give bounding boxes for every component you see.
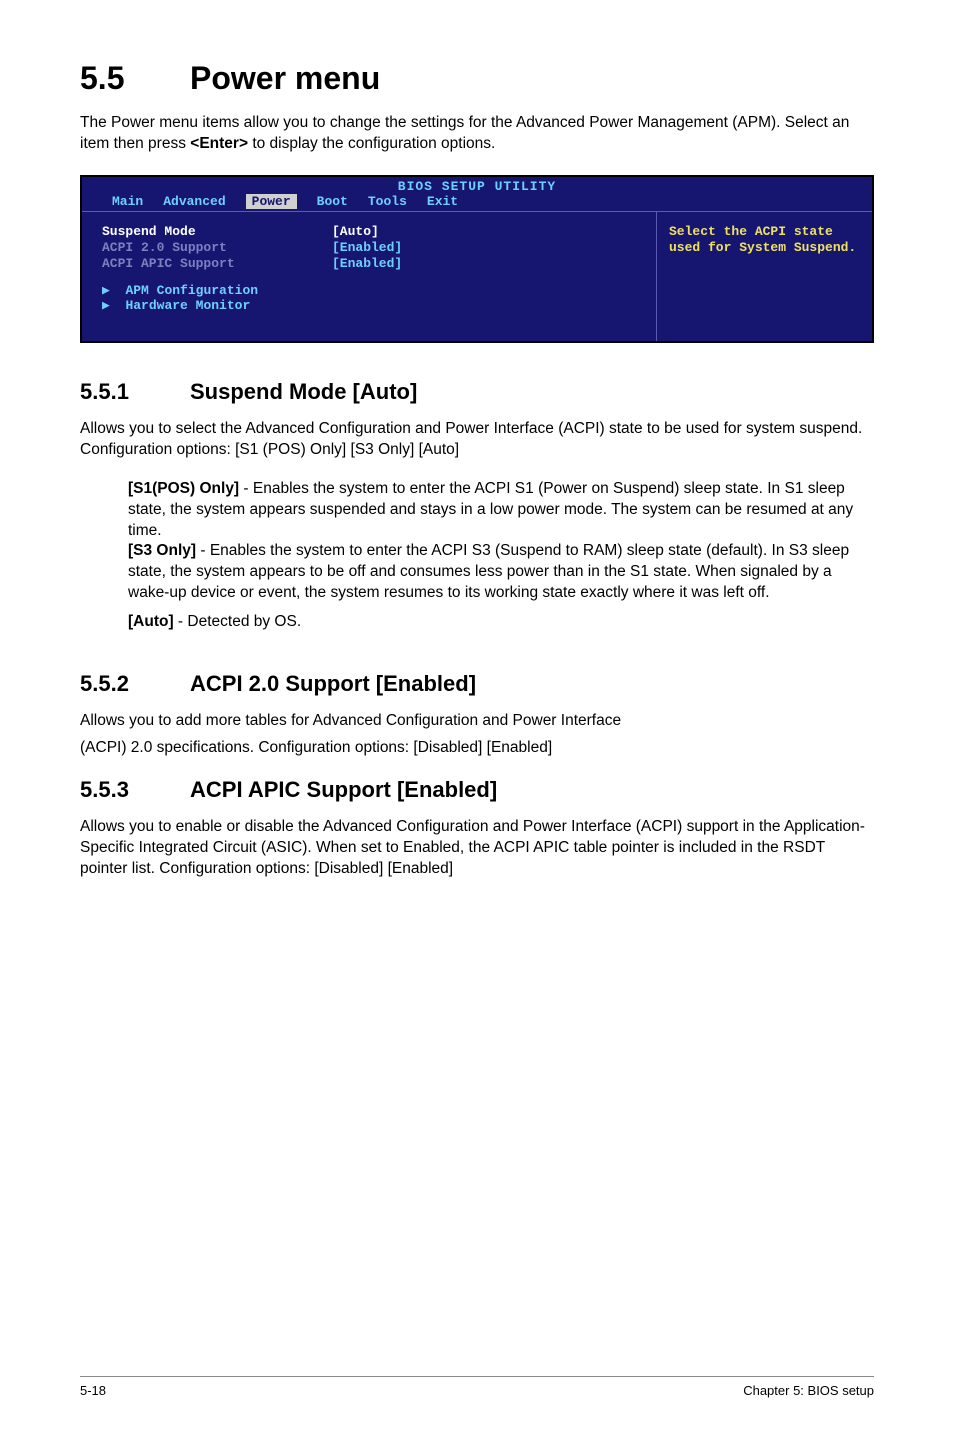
bios-row-acpi20: ACPI 2.0 Support [Enabled] — [102, 240, 646, 255]
bios-tab-exit: Exit — [427, 194, 458, 209]
bios-tab-tools: Tools — [368, 194, 407, 209]
section-552-heading: 5.5.2ACPI 2.0 Support [Enabled] — [80, 671, 874, 697]
option-s1pos: [S1(POS) Only] - Enables the system to e… — [128, 479, 874, 542]
bios-submenus: ▶ APM Configuration ▶ Hardware Monitor — [102, 283, 646, 313]
bios-suspend-value: [Auto] — [332, 224, 379, 239]
section-552-line2: (ACPI) 2.0 specifications. Configuration… — [80, 738, 874, 759]
bios-tab-boot: Boot — [317, 194, 348, 209]
bios-sub-hw-label: Hardware Monitor — [125, 298, 250, 313]
section-551-number: 5.5.1 — [80, 379, 190, 405]
option-auto: [Auto] - Detected by OS. — [128, 612, 874, 633]
bios-row-apic: ACPI APIC Support [Enabled] — [102, 256, 646, 271]
footer-chapter: Chapter 5: BIOS setup — [743, 1383, 874, 1398]
bios-row-suspend: Suspend Mode [Auto] — [102, 224, 646, 239]
section-553-heading: 5.5.3ACPI APIC Support [Enabled] — [80, 777, 874, 803]
section-551-heading: 5.5.1Suspend Mode [Auto] — [80, 379, 874, 405]
bios-title: BIOS SETUP UTILITY — [82, 177, 872, 194]
section-553-body: Allows you to enable or disable the Adva… — [80, 817, 874, 880]
bios-suspend-label: Suspend Mode — [102, 224, 332, 239]
bios-tabs: Main Advanced Power Boot Tools Exit — [82, 194, 872, 211]
page-footer: 5-18 Chapter 5: BIOS setup — [80, 1376, 874, 1398]
bios-apic-label: ACPI APIC Support — [102, 256, 332, 271]
option-s3only: [S3 Only] - Enables the system to enter … — [128, 541, 874, 604]
section-552-line1: Allows you to add more tables for Advanc… — [80, 711, 874, 732]
option-auto-text: - Detected by OS. — [174, 613, 302, 630]
intro-enter-key: <Enter> — [190, 135, 248, 152]
bios-tab-power: Power — [246, 194, 297, 209]
section-552-number: 5.5.2 — [80, 671, 190, 697]
bios-left-pane: Suspend Mode [Auto] ACPI 2.0 Support [En… — [82, 212, 657, 341]
option-s1pos-bold: [S1(POS) Only] — [128, 480, 239, 497]
section-551-body: Allows you to select the Advanced Config… — [80, 419, 874, 461]
bios-tab-advanced: Advanced — [163, 194, 225, 209]
section-553-number: 5.5.3 — [80, 777, 190, 803]
footer-page-number: 5-18 — [80, 1383, 106, 1398]
heading-number: 5.5 — [80, 60, 190, 97]
bios-sub-apm: ▶ APM Configuration — [102, 283, 646, 298]
section-551-options: [S1(POS) Only] - Enables the system to e… — [80, 479, 874, 633]
intro-text-after: to display the configuration options. — [248, 135, 495, 152]
option-auto-bold: [Auto] — [128, 613, 174, 630]
bios-acpi20-label: ACPI 2.0 Support — [102, 240, 332, 255]
bios-help-pane: Select the ACPI state used for System Su… — [657, 212, 872, 341]
bios-acpi20-value: [Enabled] — [332, 240, 402, 255]
intro-paragraph: The Power menu items allow you to change… — [80, 113, 874, 155]
section-553-title: ACPI APIC Support [Enabled] — [190, 777, 497, 802]
bios-body: Suspend Mode [Auto] ACPI 2.0 Support [En… — [82, 211, 872, 341]
section-552-title: ACPI 2.0 Support [Enabled] — [190, 671, 476, 696]
bios-sub-hardware: ▶ Hardware Monitor — [102, 298, 646, 313]
heading-title: Power menu — [190, 60, 380, 96]
option-s3only-text: - Enables the system to enter the ACPI S… — [128, 542, 849, 601]
bios-tab-main: Main — [112, 194, 143, 209]
bios-screenshot: BIOS SETUP UTILITY Main Advanced Power B… — [80, 175, 874, 343]
option-s3only-bold: [S3 Only] — [128, 542, 196, 559]
section-551-title: Suspend Mode [Auto] — [190, 379, 417, 404]
bios-sub-apm-label: APM Configuration — [125, 283, 258, 298]
bios-apic-value: [Enabled] — [332, 256, 402, 271]
page-heading: 5.5Power menu — [80, 60, 874, 97]
